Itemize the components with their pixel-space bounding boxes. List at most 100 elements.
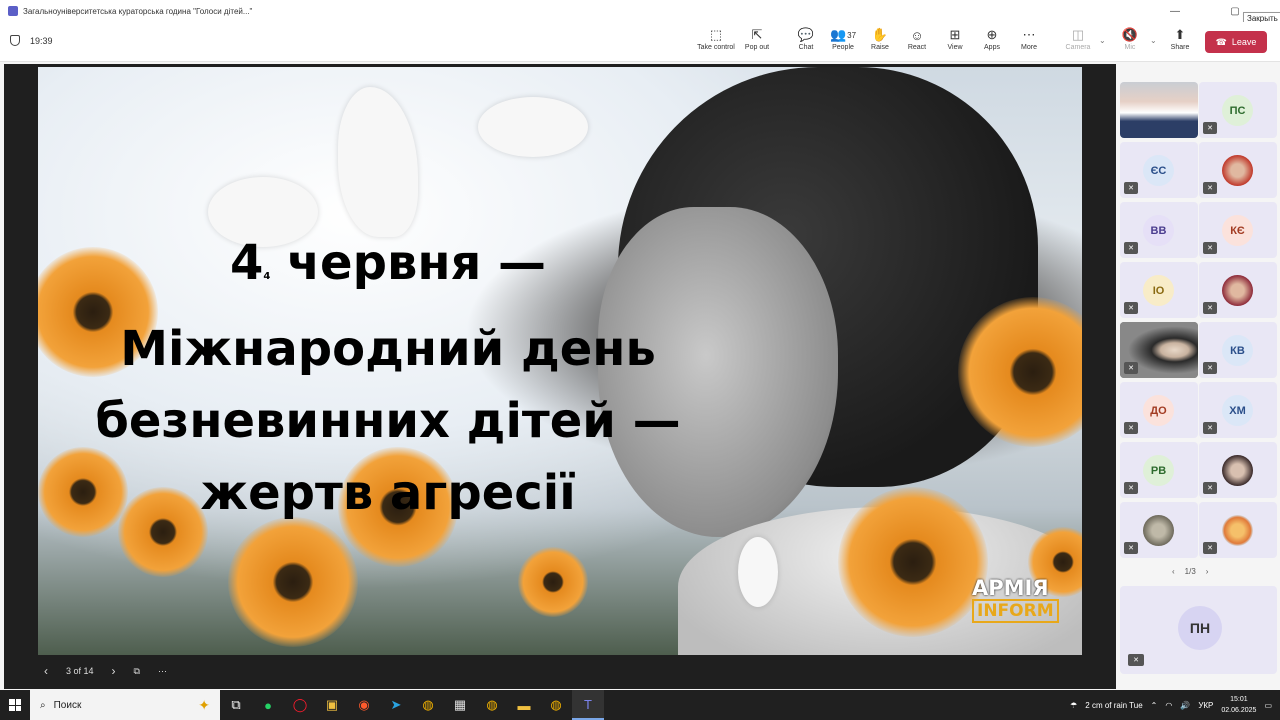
participant-tile[interactable]: ЄС ✕ (1120, 142, 1198, 198)
explorer-icon[interactable]: ▣ (316, 690, 348, 720)
participant-tile[interactable]: ВВ ✕ (1120, 202, 1198, 258)
chrome-icon-3[interactable]: ◍ (540, 690, 572, 720)
meeting-toolbar: 19:39 ⬚ Take control ⇱ Pop out 💬 Chat 👥 3… (0, 22, 1280, 62)
raise-hand-button[interactable]: ✋ Raise (860, 26, 900, 58)
mic-off-icon: ✕ (1124, 542, 1138, 554)
chat-button[interactable]: 💬 Chat (786, 26, 826, 58)
taskbar-search[interactable]: ⌕ Поиск ✦ (30, 690, 220, 720)
mic-options-chevron-icon[interactable]: ⌄ (1150, 36, 1157, 45)
participant-tile[interactable]: ✕ (1120, 502, 1198, 558)
notifications-icon[interactable]: ▭ (1264, 701, 1272, 710)
participant-tile[interactable]: ✕ (1199, 262, 1277, 318)
participant-photo (1222, 515, 1253, 546)
sparkle-icon: ✦ (198, 696, 210, 713)
volume-icon[interactable]: 🔊 (1180, 701, 1190, 710)
show-hidden-icons-chevron-icon[interactable]: ⌃ (1151, 701, 1158, 710)
mic-off-icon: ✕ (1124, 302, 1138, 314)
pop-out-button[interactable]: ⇱ Pop out (737, 26, 777, 58)
system-tray: ☂ 2 cm of rain Tue ⌃ ◠ 🔊 УКР 15:01 02.06… (1070, 690, 1280, 720)
shield-icon (10, 35, 20, 46)
slide-title: 44 червня — Міжнародний день безневинних… (78, 227, 698, 529)
view-button[interactable]: ⊞ View (935, 26, 975, 58)
hand-icon: ✋ (871, 27, 889, 42)
participant-tile[interactable]: ІО ✕ (1120, 262, 1198, 318)
meeting-timer: 19:39 (10, 35, 53, 46)
participant-avatar: ЄС (1143, 155, 1174, 186)
dove-image-3 (738, 537, 778, 607)
camera-button[interactable]: ◫ Camera (1058, 26, 1098, 58)
gallery-pager: ‹ 1/3 › (1172, 567, 1208, 576)
more-options-icon[interactable]: ⋯ (158, 666, 167, 677)
opera-icon[interactable]: ◯ (284, 690, 316, 720)
participant-tile[interactable]: ✕ (1199, 142, 1277, 198)
participants-gallery: ПС ✕ ЄС ✕ ✕ ВВ ✕ КЄ ✕ ІО ✕ ✕ ✕ КВ ✕ ДО ✕… (1117, 62, 1280, 689)
chrome-icon[interactable]: ◍ (412, 690, 444, 720)
camera-options-chevron-icon[interactable]: ⌄ (1099, 36, 1106, 45)
leave-button[interactable]: ☎ Leave (1205, 31, 1267, 53)
fit-view-icon[interactable]: ⧉ (134, 666, 140, 677)
mic-off-icon: ✕ (1203, 182, 1217, 194)
participant-tile[interactable]: ПС ✕ (1199, 82, 1277, 138)
participant-tile[interactable]: КВ ✕ (1199, 322, 1277, 378)
window-titlebar: Загальноуніверситетська кураторська годи… (0, 0, 1280, 22)
next-slide-button[interactable]: › (112, 664, 116, 678)
windows-logo-icon (9, 699, 21, 711)
language-indicator[interactable]: УКР (1198, 701, 1213, 710)
yandex-icon[interactable]: ◉ (348, 690, 380, 720)
participant-tile[interactable]: ✕ (1199, 502, 1277, 558)
network-icon[interactable]: ◠ (1165, 701, 1172, 710)
slide-title-line-3: безневинних дітей — (95, 393, 681, 449)
participant-tile[interactable]: ✕ (1120, 322, 1198, 378)
react-button[interactable]: ☺ React (897, 26, 937, 58)
mic-button[interactable]: 🔇 Mic (1110, 26, 1150, 58)
slide-title-line-1: 44 червня — (229, 235, 547, 291)
participant-tile[interactable] (1120, 82, 1198, 138)
participant-avatar: КЄ (1222, 215, 1253, 246)
mic-off-icon: ✕ (1124, 482, 1138, 494)
files-icon[interactable]: ▬ (508, 690, 540, 720)
participant-photo (1222, 455, 1253, 486)
dove-wing-image (338, 87, 418, 237)
mic-off-icon: ✕ (1124, 182, 1138, 194)
participant-avatar: ДО (1143, 395, 1174, 426)
share-button[interactable]: ⬆ Share (1160, 26, 1200, 58)
window-title: Загальноуніверситетська кураторська годи… (23, 6, 253, 16)
gallery-prev-button[interactable]: ‹ (1172, 567, 1175, 576)
weather-text[interactable]: 2 cm of rain Tue (1085, 701, 1142, 710)
mic-off-icon: ✕ (1203, 242, 1217, 254)
whatsapp-icon[interactable]: ● (252, 690, 284, 720)
more-button[interactable]: ⋯ More (1009, 26, 1049, 58)
telegram-icon[interactable]: ➤ (380, 690, 412, 720)
participant-avatar: ПН (1178, 606, 1222, 650)
clock[interactable]: 15:01 02.06.2025 (1221, 694, 1256, 716)
participant-tile[interactable]: КЄ ✕ (1199, 202, 1277, 258)
apps-icon: ⊕ (986, 27, 998, 42)
take-control-icon: ⬚ (709, 27, 723, 42)
presentation-slide: 44 червня — Міжнародний день безневинних… (38, 67, 1082, 655)
teams-app-icon (8, 6, 18, 16)
participant-tile[interactable]: ✕ (1199, 442, 1277, 498)
start-button[interactable] (0, 690, 30, 720)
mic-off-icon: ✕ (1203, 302, 1217, 314)
people-button[interactable]: 👥 37 People (823, 26, 863, 58)
view-icon: ⊞ (949, 27, 961, 42)
gallery-next-button[interactable]: › (1206, 567, 1209, 576)
featured-participant-tile[interactable]: ПН ✕ (1120, 586, 1277, 674)
people-count: 37 (847, 30, 857, 40)
chrome-icon-2[interactable]: ◍ (476, 690, 508, 720)
armiya-inform-logo: АРМІЯ INFORM (972, 577, 1062, 623)
participant-tile[interactable]: ДО ✕ (1120, 382, 1198, 438)
apps-button[interactable]: ⊕ Apps (972, 26, 1012, 58)
participant-tile[interactable]: ХМ ✕ (1199, 382, 1277, 438)
previous-slide-button[interactable]: ‹ (44, 664, 48, 678)
participant-tile[interactable]: РВ ✕ (1120, 442, 1198, 498)
pop-out-icon: ⇱ (751, 27, 763, 42)
take-control-button[interactable]: ⬚ Take control (696, 26, 736, 58)
teams-icon[interactable]: T (572, 690, 604, 720)
media-icon[interactable]: ▦ (444, 690, 476, 720)
minimize-button[interactable]: — (1160, 0, 1190, 22)
windows-taskbar: ⌕ Поиск ✦ ⧉ ● ◯ ▣ ◉ ➤ ◍ ▦ ◍ ▬ ◍ T ☂ 2 cm… (0, 690, 1280, 720)
mic-off-icon: ✕ (1203, 542, 1217, 554)
slide-counter: 3 of 14 (66, 666, 94, 676)
task-view-icon[interactable]: ⧉ (220, 690, 252, 720)
